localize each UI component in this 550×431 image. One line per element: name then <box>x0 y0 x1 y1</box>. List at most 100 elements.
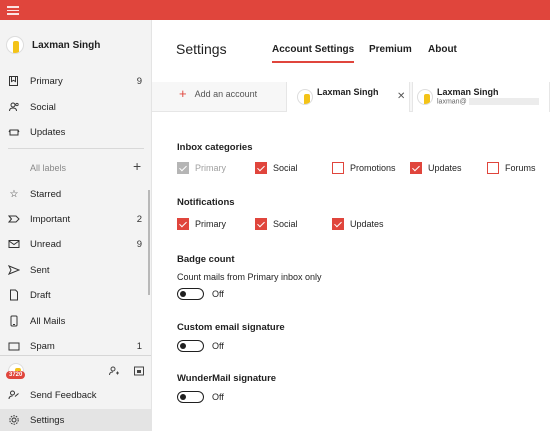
gear-icon <box>8 414 20 426</box>
account-tab[interactable]: Laxman Singh ✕ <box>286 82 410 112</box>
send-icon <box>8 264 20 276</box>
tab-about[interactable]: About <box>428 44 457 55</box>
feedback-icon <box>8 389 20 401</box>
checkbox-label: Primary <box>195 163 226 173</box>
wundermail-signature-title: WunderMail signature <box>177 373 277 384</box>
inbox-promotions-checkbox[interactable]: Promotions <box>332 162 396 174</box>
people-icon <box>8 101 20 113</box>
checkbox-label: Forums <box>505 163 536 173</box>
sidebar-item-label: Sent <box>30 264 50 276</box>
inbox-primary-checkbox: Primary <box>177 162 226 174</box>
sidebar-item-label: All Mails <box>30 315 66 327</box>
page-title: Settings <box>176 41 227 57</box>
switch-account-icon[interactable] <box>108 365 120 380</box>
important-icon <box>8 213 20 225</box>
inbox-forums-checkbox[interactable]: Forums <box>487 162 536 174</box>
inbox-icon <box>8 75 20 87</box>
account-tab[interactable]: Laxman Singh laxman@ <box>412 82 550 112</box>
unread-count: 2 <box>136 213 142 225</box>
mail-icon <box>8 238 20 250</box>
unread-count: 9 <box>136 238 142 250</box>
notify-social-checkbox[interactable]: Social <box>255 218 298 230</box>
sidebar-item-spam[interactable]: Spam 1 <box>0 335 150 357</box>
toggle-switch <box>177 288 204 300</box>
close-icon[interactable]: ✕ <box>397 91 405 102</box>
sidebar-item-primary[interactable]: Primary 9 <box>0 70 150 92</box>
sidebar-item-label: Primary <box>30 75 63 87</box>
sidebar-scrollbar[interactable] <box>148 190 150 295</box>
checkbox-label: Updates <box>428 163 462 173</box>
sidebar-item-label: Social <box>30 101 56 113</box>
account-email: laxman@ <box>437 98 539 105</box>
avatar <box>6 36 24 54</box>
notify-primary-checkbox[interactable]: Primary <box>177 218 226 230</box>
settings-button[interactable]: Settings <box>0 409 151 431</box>
checkbox-label: Social <box>273 219 298 229</box>
send-feedback-button[interactable]: Send Feedback <box>0 384 151 406</box>
add-label-button[interactable]: + <box>133 159 141 173</box>
badge-count-toggle[interactable]: Off <box>177 288 224 300</box>
toggle-switch <box>177 391 204 403</box>
tab-premium[interactable]: Premium <box>369 44 412 55</box>
user-name: Laxman Singh <box>32 39 101 51</box>
settings-label: Settings <box>30 414 65 426</box>
draft-icon <box>8 289 20 301</box>
wundermail-signature-toggle[interactable]: Off <box>177 391 224 403</box>
notifications-title: Notifications <box>177 197 235 208</box>
tab-account-settings[interactable]: Account Settings <box>272 44 355 63</box>
account-email-text: laxman@ <box>437 98 467 106</box>
checkbox-box <box>487 162 499 174</box>
all-labels-heading: All labels <box>30 163 67 173</box>
sidebar-footer: 3720 Send Feedback Settings <box>0 355 151 431</box>
send-feedback-label: Send Feedback <box>30 389 97 401</box>
unread-count: 1 <box>136 340 142 352</box>
sidebar-item-label: Draft <box>30 289 51 301</box>
checkbox-label: Social <box>273 163 298 173</box>
updates-icon <box>8 126 20 138</box>
inbox-social-checkbox[interactable]: Social <box>255 162 298 174</box>
checkbox-label: Promotions <box>350 163 396 173</box>
sidebar-item-unread[interactable]: Unread 9 <box>0 233 150 255</box>
sidebar-item-draft[interactable]: Draft <box>0 284 150 306</box>
badge-count-description: Count mails from Primary inbox only <box>177 272 322 282</box>
sidebar-item-sent[interactable]: Sent <box>0 259 150 281</box>
calendar-icon[interactable] <box>133 365 145 380</box>
toggle-state: Off <box>212 392 224 402</box>
inbox-updates-checkbox[interactable]: Updates <box>410 162 462 174</box>
sidebar-item-label: Spam <box>30 340 55 352</box>
toggle-switch <box>177 340 204 352</box>
checkbox-box <box>332 218 344 230</box>
sidebar-item-social[interactable]: Social <box>0 96 150 118</box>
unread-count: 9 <box>136 75 142 87</box>
account-name: Laxman Singh <box>437 87 499 97</box>
sidebar-item-label: Starred <box>30 188 62 200</box>
toggle-state: Off <box>212 341 224 351</box>
sidebar-item-updates[interactable]: Updates <box>0 121 150 143</box>
star-icon: ☆ <box>9 188 19 200</box>
settings-pane: Settings Account Settings Premium About … <box>152 20 550 431</box>
phone-icon <box>8 315 20 327</box>
custom-signature-toggle[interactable]: Off <box>177 340 224 352</box>
checkbox-box <box>255 162 267 174</box>
sidebar-item-all-mails[interactable]: All Mails <box>0 310 150 332</box>
custom-signature-title: Custom email signature <box>177 322 285 333</box>
sidebar: Laxman Singh Primary 9 Social Updates Al… <box>0 20 152 431</box>
redacted-email <box>468 98 539 105</box>
sidebar-item-important[interactable]: Important 2 <box>0 208 150 230</box>
user-profile[interactable]: Laxman Singh <box>6 35 100 55</box>
inbox-categories-title: Inbox categories <box>177 142 253 153</box>
checkbox-box <box>177 162 189 174</box>
plus-icon: + <box>179 86 187 101</box>
sidebar-item-starred[interactable]: ☆ Starred <box>0 183 150 205</box>
divider <box>0 355 151 356</box>
badge-count-title: Badge count <box>177 254 235 265</box>
hamburger-menu-icon[interactable] <box>7 4 19 15</box>
checkbox-label: Primary <box>195 219 226 229</box>
avatar <box>417 89 433 105</box>
checkbox-box <box>255 218 267 230</box>
checkbox-box <box>410 162 422 174</box>
notify-updates-checkbox[interactable]: Updates <box>332 218 384 230</box>
divider <box>8 148 144 149</box>
add-account-button[interactable]: + Add an account <box>179 86 257 101</box>
avatar <box>297 89 313 105</box>
